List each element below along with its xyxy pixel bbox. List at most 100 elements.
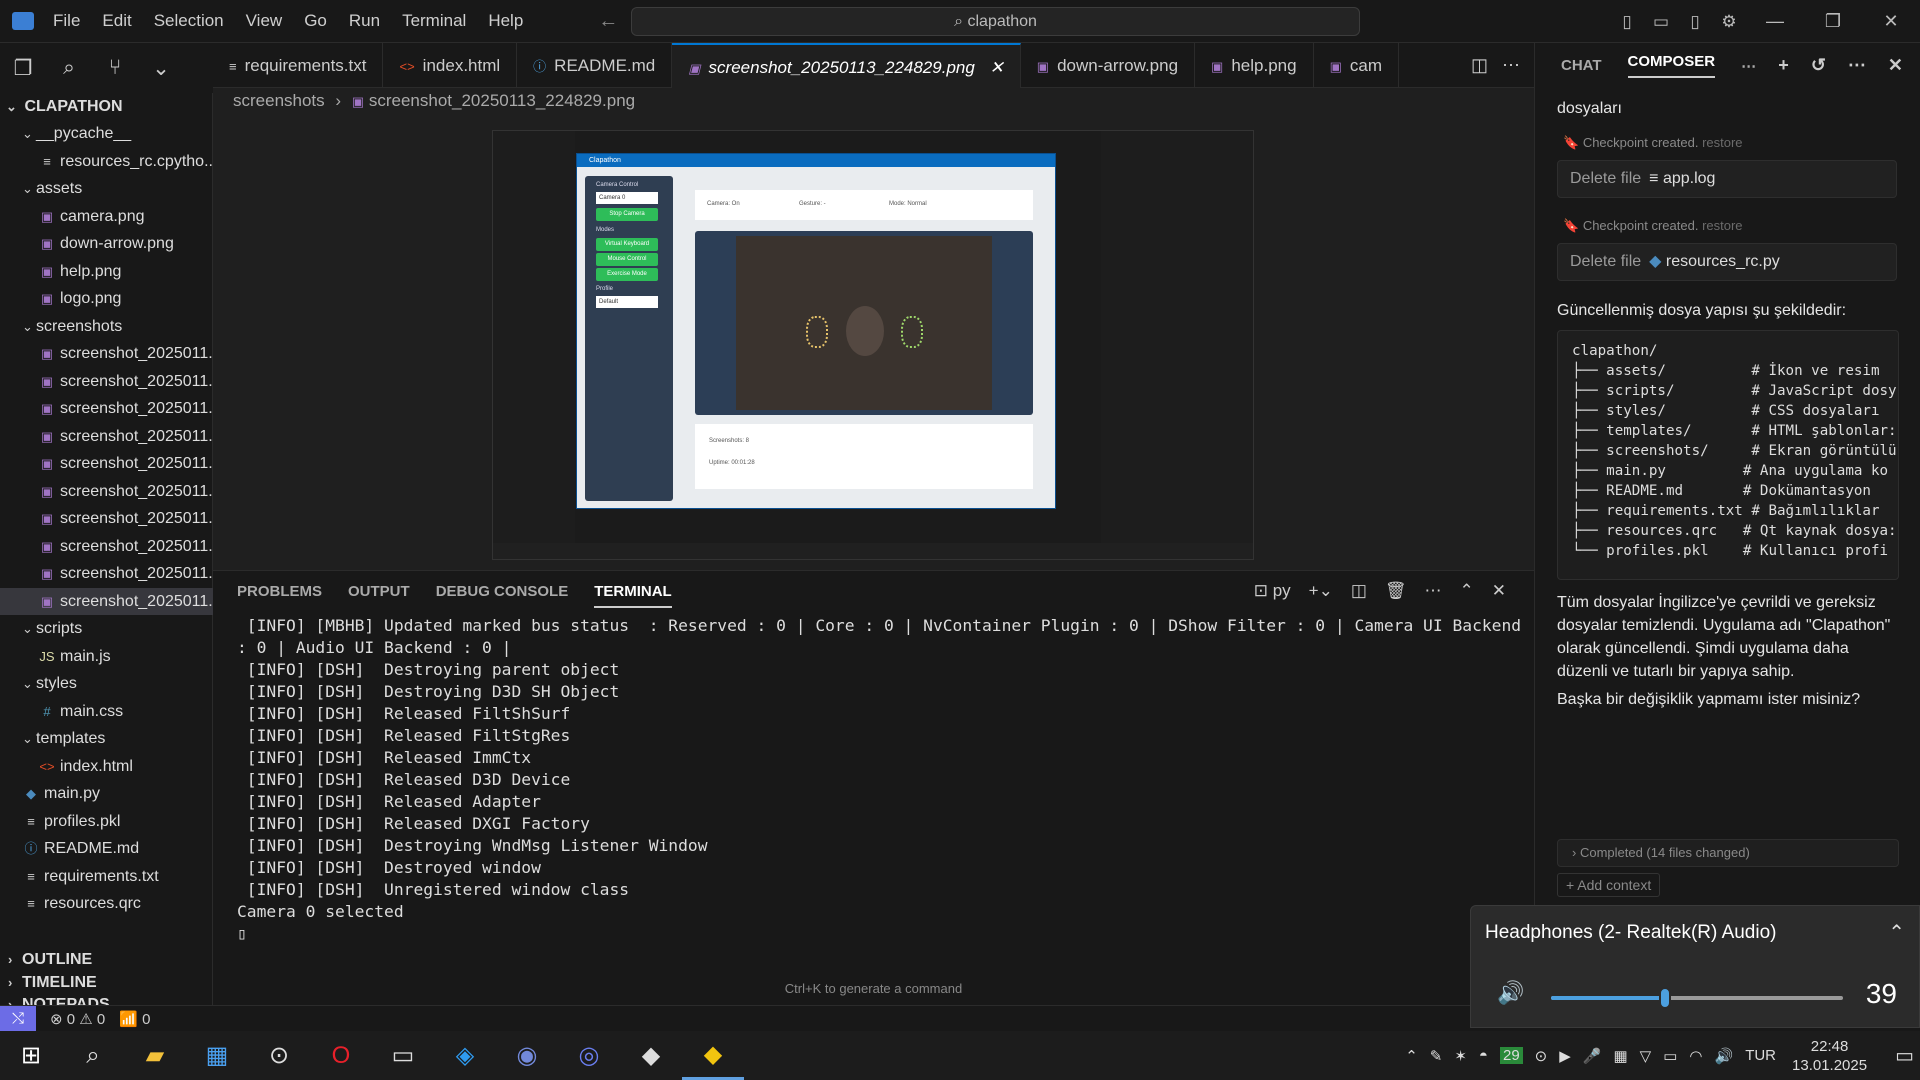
- editor-tab[interactable]: ⓘ README.md: [517, 43, 673, 88]
- close-button[interactable]: ✕: [1862, 11, 1920, 32]
- toggle-secondary-sidebar-icon[interactable]: ▯: [1678, 12, 1712, 32]
- editor-tab[interactable]: ▣ cam: [1314, 43, 1399, 88]
- tab-debug-console[interactable]: DEBUG CONSOLE: [436, 583, 569, 608]
- file-item[interactable]: ▣ screenshot_2025011...: [0, 505, 213, 532]
- folder-item[interactable]: ⌄ styles: [0, 670, 213, 697]
- file-item[interactable]: ≡ resources.qrc: [0, 890, 213, 917]
- new-terminal-icon[interactable]: +⌄: [1309, 581, 1333, 601]
- explorer-icon[interactable]: ❐: [0, 56, 46, 81]
- file-item[interactable]: <> index.html: [0, 753, 213, 780]
- menu-item-run[interactable]: Run: [349, 11, 380, 30]
- folder-item[interactable]: ⌄ __pycache__: [0, 120, 213, 147]
- file-item[interactable]: ▣ screenshot_2025011...: [0, 395, 213, 422]
- maximize-panel-icon[interactable]: ⌃: [1460, 581, 1474, 601]
- menu-item-go[interactable]: Go: [304, 11, 327, 30]
- source-control-icon[interactable]: ⑂: [92, 56, 138, 80]
- file-item[interactable]: ▣ screenshot_2025011...: [0, 533, 213, 560]
- file-item[interactable]: ≡ profiles.pkl: [0, 808, 213, 835]
- minimize-button[interactable]: —: [1746, 11, 1804, 32]
- composer-more-icon[interactable]: ⋯: [1741, 57, 1756, 75]
- notifications-icon[interactable]: ▭: [1895, 1043, 1914, 1068]
- more-views-chevron-icon[interactable]: ⌄: [138, 56, 184, 81]
- delete-file-card[interactable]: Delete file ≡ app.log: [1557, 160, 1897, 198]
- add-context-button[interactable]: + Add context: [1557, 873, 1661, 897]
- menu-item-selection[interactable]: Selection: [154, 11, 224, 30]
- maximize-button[interactable]: ❐: [1804, 11, 1862, 32]
- tab-terminal[interactable]: TERMINAL: [594, 583, 672, 608]
- tab-composer[interactable]: COMPOSER: [1627, 53, 1716, 78]
- menu-item-view[interactable]: View: [246, 11, 283, 30]
- file-item[interactable]: ▣ help.png: [0, 258, 213, 285]
- breadcrumb[interactable]: screenshots › ▣ screenshot_20250113_2248…: [233, 91, 635, 111]
- file-item[interactable]: ◆ main.py: [0, 780, 213, 807]
- more-actions-icon[interactable]: ⋯: [1502, 55, 1520, 76]
- tray-play-icon[interactable]: ▶: [1559, 1047, 1571, 1065]
- history-icon[interactable]: ↺: [1811, 55, 1826, 76]
- tray-mic-icon[interactable]: 🎤: [1583, 1047, 1602, 1065]
- editor-tab[interactable]: ▣ screenshot_20250113_224829.png ✕: [672, 43, 1021, 88]
- tab-chat[interactable]: CHAT: [1561, 57, 1602, 74]
- input-language[interactable]: TUR: [1745, 1047, 1776, 1064]
- store-icon[interactable]: ▦: [186, 1031, 248, 1080]
- terminal-output[interactable]: [INFO] [MBHB] Updated marked bus status …: [237, 615, 1521, 945]
- expand-devices-icon[interactable]: ⌃: [1888, 920, 1905, 945]
- tray-app-icon[interactable]: ◓: [1479, 1047, 1488, 1064]
- file-item[interactable]: ▣ logo.png: [0, 285, 213, 312]
- volume-slider[interactable]: [1551, 987, 1843, 1009]
- search-icon[interactable]: ⌕: [46, 56, 92, 80]
- split-terminal-icon[interactable]: ◫: [1351, 581, 1367, 601]
- tab-problems[interactable]: PROBLEMS: [237, 583, 322, 608]
- menu-item-file[interactable]: File: [53, 11, 80, 30]
- file-item[interactable]: ▣ down-arrow.png: [0, 230, 213, 257]
- editor-tab[interactable]: ▣ help.png: [1195, 43, 1314, 88]
- editor-tab[interactable]: ≡ requirements.txt: [213, 43, 384, 88]
- file-item[interactable]: ▣ screenshot_2025011...: [0, 340, 213, 367]
- file-item[interactable]: # main.css: [0, 698, 213, 725]
- search-icon[interactable]: ⌕: [62, 1031, 124, 1080]
- new-composer-icon[interactable]: +: [1778, 55, 1789, 76]
- file-item[interactable]: ⓘ README.md: [0, 835, 213, 862]
- tray-app-icon[interactable]: ✎: [1430, 1047, 1443, 1065]
- file-item[interactable]: JS main.js: [0, 643, 213, 670]
- battery-icon[interactable]: ▭: [1663, 1047, 1677, 1065]
- settings-gear-icon[interactable]: ⚙: [1712, 12, 1746, 32]
- audio-device-name[interactable]: Headphones (2- Realtek(R) Audio): [1485, 922, 1777, 944]
- folder-item[interactable]: ⌄ templates: [0, 725, 213, 752]
- volume-slider-thumb[interactable]: [1658, 987, 1671, 1009]
- restore-link[interactable]: restore: [1702, 135, 1742, 150]
- tray-steam-icon[interactable]: ⊙: [1535, 1047, 1548, 1065]
- tray-vpn-icon[interactable]: ▽: [1640, 1047, 1652, 1065]
- speaker-icon[interactable]: 🔊: [1497, 980, 1524, 1006]
- breadcrumb-folder[interactable]: screenshots: [233, 91, 325, 110]
- editor-tab[interactable]: <> index.html: [383, 43, 518, 88]
- wifi-icon[interactable]: ◠: [1689, 1047, 1702, 1065]
- terminal-app-icon[interactable]: ▭: [372, 1031, 434, 1080]
- breadcrumb-file[interactable]: screenshot_20250113_224829.png: [369, 91, 635, 110]
- tray-app-icon[interactable]: ✶: [1454, 1047, 1467, 1065]
- file-item[interactable]: ▣ screenshot_2025011...: [0, 587, 213, 615]
- toggle-sidebar-icon[interactable]: ▯: [1610, 12, 1644, 32]
- ports-indicator[interactable]: 📶 0: [119, 1010, 150, 1028]
- opera-icon[interactable]: O: [310, 1031, 372, 1080]
- cursor-app-icon[interactable]: ◆: [620, 1031, 682, 1080]
- file-item[interactable]: ≡ requirements.txt: [0, 863, 213, 890]
- kill-terminal-icon[interactable]: 🗑: [1385, 581, 1407, 601]
- remote-icon[interactable]: ⤭: [0, 1005, 36, 1032]
- command-center[interactable]: ⌕ clapathon: [631, 7, 1360, 36]
- file-explorer-icon[interactable]: ▰: [124, 1031, 186, 1080]
- file-item[interactable]: ▣ screenshot_2025011...: [0, 368, 213, 395]
- menu-item-help[interactable]: Help: [488, 11, 523, 30]
- terminal-shell-selector[interactable]: ⊡ py: [1254, 581, 1291, 601]
- file-item[interactable]: ▣ screenshot_2025011...: [0, 478, 213, 505]
- delete-file-card[interactable]: Delete file ◆ resources_rc.py: [1557, 243, 1897, 281]
- menu-item-edit[interactable]: Edit: [102, 11, 131, 30]
- file-item[interactable]: ▣ screenshot_2025011...: [0, 450, 213, 477]
- app-icon[interactable]: ◎: [558, 1031, 620, 1080]
- problems-indicator[interactable]: ⊗ 0 ⚠ 0: [50, 1010, 105, 1028]
- python-app-icon[interactable]: ◆: [682, 1031, 744, 1080]
- volume-icon[interactable]: 🔊: [1715, 1047, 1734, 1065]
- split-editor-icon[interactable]: ◫: [1471, 55, 1488, 76]
- steam-icon[interactable]: ⊙: [248, 1031, 310, 1080]
- close-pane-icon[interactable]: ✕: [1888, 55, 1903, 76]
- code-block[interactable]: clapathon/ ├── assets/ # İkon ve resim ├──…: [1557, 330, 1899, 580]
